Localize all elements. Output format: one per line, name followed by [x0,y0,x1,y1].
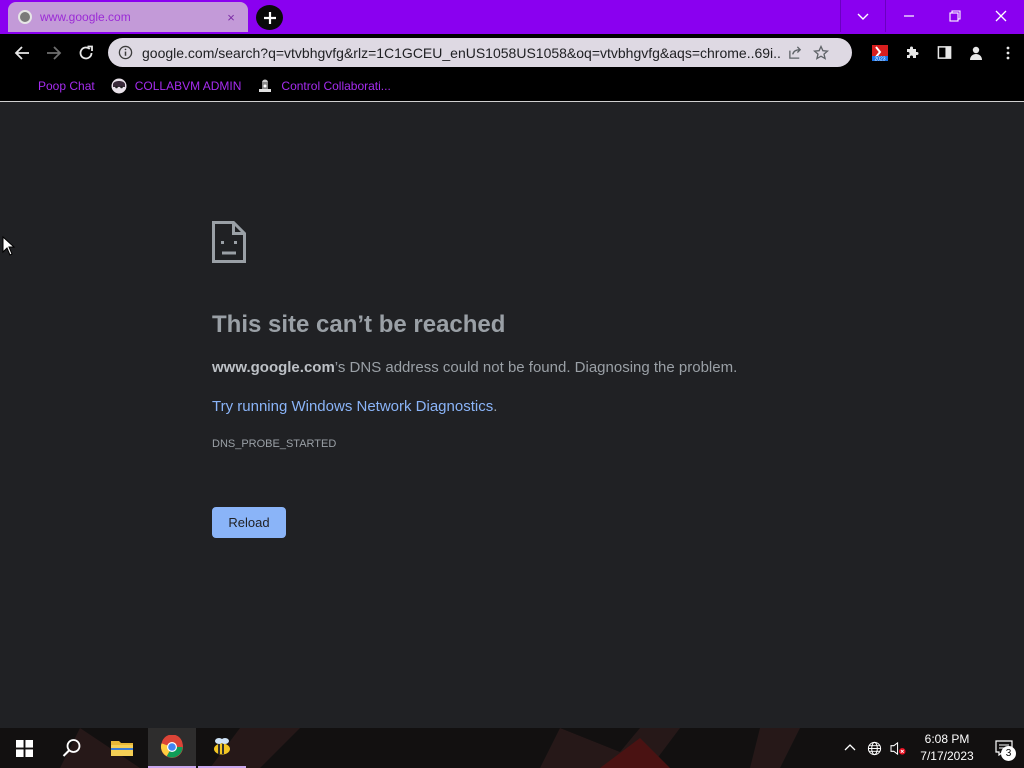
title-bar: www.google.com × [0,0,1024,34]
tab-title: www.google.com [40,10,131,24]
bookmark-label: Poop Chat [38,79,95,93]
system-tray: 6:08 PM 7/17/2023 3 [838,728,1024,768]
network-diagnostics-link[interactable]: Try running Windows Network Diagnostics [212,398,493,415]
bookmark-poop-chat[interactable]: Poop Chat [30,73,103,99]
browser-toolbar: google.com/search?q=vtvbhgvfg&rlz=1C1GCE… [0,34,1024,71]
star-icon[interactable] [808,40,834,66]
window-controls [840,0,1024,32]
profile-icon[interactable] [960,37,992,69]
error-title: This site can’t be reached [212,311,506,338]
link-period: . [493,398,498,415]
bookmark-control-collaborati[interactable]: Control Collaborati... [249,73,398,99]
sad-document-icon [212,221,246,263]
info-icon[interactable] [116,44,134,62]
reload-button[interactable]: Reload [212,507,286,538]
speaker-muted-icon [889,741,906,755]
clock-date: 7/17/2023 [920,749,974,763]
hat-icon [259,79,272,92]
close-icon [995,10,1007,22]
screen: www.google.com × google.com/search?q=vtv… [0,0,1024,768]
tab-search-button[interactable] [840,0,886,32]
tab-active[interactable]: www.google.com × [8,2,248,32]
start-button[interactable] [0,728,48,768]
extensions-puzzle-icon[interactable] [896,37,928,69]
bookmark-label: Control Collaborati... [281,79,391,93]
side-panel-icon[interactable] [928,37,960,69]
file-explorer-button[interactable] [98,728,146,768]
bee-icon [214,738,230,755]
chevron-down-icon [857,13,869,20]
taskbar: 6:08 PM 7/17/2023 3 [0,728,1024,768]
close-button[interactable] [978,0,1024,32]
globe-icon [18,10,32,24]
bookmark-label: COLLABVM ADMIN [134,79,242,93]
new-tab-button[interactable] [256,5,283,30]
notification-count-badge: 3 [1001,746,1016,761]
chevron-up-icon [844,744,856,751]
action-center-button[interactable]: 3 [984,728,1024,768]
back-button[interactable] [6,37,38,69]
network-diagnostics-suggestion: Try running Windows Network Diagnostics. [212,398,497,415]
error-description: www.google.com’s DNS address could not b… [212,359,737,376]
volume-button[interactable] [886,728,910,768]
arrow-left-icon [14,45,29,60]
refresh-icon [79,45,93,59]
chrome-icon [160,735,183,758]
search-icon [62,739,81,757]
windows-logo-icon [15,739,33,757]
restore-button[interactable] [932,0,978,32]
address-url[interactable]: google.com/search?q=vtvbhgvfg&rlz=1C1GCE… [142,45,782,61]
error-host: www.google.com [212,359,335,376]
folder-icon [111,741,133,756]
app-taskbar-button[interactable] [198,728,246,768]
extension-badge: 2023 [874,56,885,62]
clock-time: 6:08 PM [924,732,970,746]
restore-icon [949,10,961,22]
show-hidden-icons-button[interactable] [838,728,862,768]
reload-toolbar-button[interactable] [70,37,102,69]
bookmarks-bar: Poop Chat COLLABVM ADMIN Control Collabo… [0,71,1024,102]
globe-network-icon [867,741,881,755]
error-code: DNS_PROBE_STARTED [212,438,337,450]
avatar-icon [111,78,127,94]
chrome-taskbar-button[interactable] [148,728,196,768]
arrow-right-icon [47,45,62,60]
search-button[interactable] [48,728,96,768]
minimize-icon [904,15,914,17]
minimize-button[interactable] [886,0,932,32]
address-bar[interactable]: google.com/search?q=vtvbhgvfg&rlz=1C1GCE… [108,38,852,67]
error-description-text: ’s DNS address could not be found. Diagn… [334,359,738,376]
toolbar-extensions: 2023 [864,36,1024,69]
network-button[interactable] [862,728,886,768]
plus-icon [263,11,276,24]
bookmark-collabvm-admin[interactable]: COLLABVM ADMIN [103,73,250,99]
mouse-cursor-icon [2,236,16,256]
share-icon[interactable] [782,40,808,66]
tab-close-button[interactable]: × [224,10,238,25]
error-page: This site can’t be reached www.google.co… [0,103,1024,728]
extension-2023-icon[interactable]: 2023 [864,37,896,69]
clock[interactable]: 6:08 PM 7/17/2023 [910,731,984,765]
menu-kebab-icon[interactable] [992,37,1024,69]
forward-button[interactable] [38,37,70,69]
